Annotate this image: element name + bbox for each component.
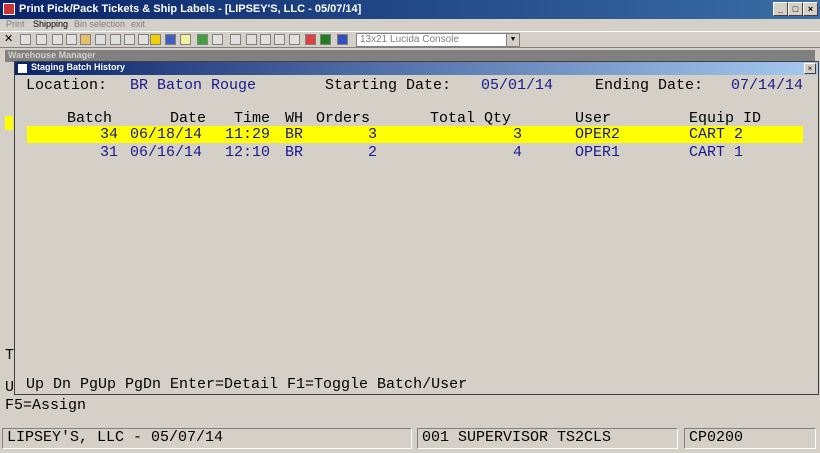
save-icon[interactable] (95, 34, 106, 45)
column-header-user: User (575, 110, 612, 127)
minimize-button[interactable]: _ (773, 2, 788, 16)
link-icon[interactable] (289, 34, 300, 45)
key-help-line: Up Dn PgUp PgDn Enter=Detail F1=Toggle B… (26, 376, 468, 393)
menu-bar: Print Shipping Bin selection exit (0, 19, 820, 31)
end-date-label: Ending Date: (595, 77, 704, 94)
row-1-qty: 3 (513, 126, 523, 143)
row-1-equip: CART 2 (689, 126, 744, 143)
row-2-wh: BR (285, 144, 304, 161)
menu-exit[interactable]: exit (131, 19, 145, 29)
person-icon[interactable] (150, 34, 161, 45)
assign-hint: F5=Assign (5, 397, 87, 414)
tag-icon[interactable] (260, 34, 271, 45)
row-2-qty: 4 (513, 144, 523, 161)
font-select-value: 13x21 Lucida Console (360, 34, 459, 45)
close-button[interactable]: × (803, 2, 818, 16)
row-2-orders: 2 (368, 144, 378, 161)
row-1-wh: BR (285, 126, 304, 143)
column-header-orders: Orders (316, 110, 371, 127)
copy-icon[interactable] (36, 34, 47, 45)
print-icon[interactable] (66, 34, 77, 45)
menu-bin-selection[interactable]: Bin selection (74, 19, 125, 29)
row-2-time: 12:10 (225, 144, 271, 161)
location-label: Location: (26, 77, 108, 94)
status-company: LIPSEY'S, LLC - 05/07/14 (2, 428, 412, 449)
column-header-total-qty: Total Qty (430, 110, 512, 127)
row-1-time: 11:29 (225, 126, 271, 143)
column-header-batch: Batch (67, 110, 113, 127)
wrench-icon[interactable] (246, 34, 257, 45)
globe-icon[interactable] (197, 34, 208, 45)
row-1-date: 06/18/14 (130, 126, 203, 143)
dialog-title: Staging Batch History (31, 62, 126, 72)
key-icon[interactable] (230, 34, 241, 45)
grid-icon[interactable] (110, 34, 121, 45)
document-icon[interactable] (20, 34, 31, 45)
row-1-user: OPER2 (575, 126, 621, 143)
list-icon[interactable] (124, 34, 135, 45)
column-header-wh: WH (285, 110, 304, 127)
start-date-value[interactable]: 05/01/14 (481, 77, 553, 94)
app-icon (3, 3, 15, 15)
window-title: Print Pick/Pack Tickets & Ship Labels - … (19, 3, 362, 15)
column-header-time: Time (234, 110, 271, 127)
folder-icon[interactable] (274, 34, 285, 45)
dialog-titlebar[interactable]: Staging Batch History × (15, 62, 818, 75)
row-2-date: 06/16/14 (130, 144, 203, 161)
maximize-button[interactable]: □ (788, 2, 803, 16)
end-date-value[interactable]: 07/14/14 (731, 77, 803, 94)
chevron-down-icon[interactable]: ▼ (506, 34, 519, 46)
gear-icon[interactable] (80, 34, 91, 45)
row-1-batch: 34 (100, 126, 119, 143)
menu-print[interactable]: Print (6, 19, 25, 29)
font-select[interactable]: 13x21 Lucida Console ▼ (356, 33, 520, 47)
terminal-fragment-t: T (5, 347, 15, 364)
menu-shipping[interactable]: Shipping (33, 19, 68, 29)
row-1-orders: 3 (368, 126, 378, 143)
search-icon[interactable] (180, 34, 191, 45)
paste-icon[interactable] (52, 34, 63, 45)
toolbar: ✕ 13x21 Lucida Console ▼ (0, 31, 820, 48)
column-header-equip-id: Equip ID (689, 110, 762, 127)
status-bar: LIPSEY'S, LLC - 05/07/14 001 SUPERVISOR … (0, 426, 820, 453)
binoculars-icon[interactable] (165, 34, 176, 45)
start-date-label: Starting Date: (325, 77, 452, 94)
status-program: CP0200 (684, 428, 816, 449)
help-icon[interactable] (337, 34, 348, 45)
column-header-date: Date (170, 110, 207, 127)
background-window-title: Warehouse Manager (8, 50, 96, 60)
location-value[interactable]: BR Baton Rouge (130, 77, 256, 94)
page-icon[interactable] (138, 34, 149, 45)
spreadsheet-icon[interactable] (320, 34, 331, 45)
highlight-fragment (5, 116, 13, 130)
dialog-close-button[interactable]: × (804, 63, 816, 74)
row-2-user: OPER1 (575, 144, 621, 161)
dialog-icon (18, 64, 27, 73)
status-user: 001 SUPERVISOR TS2CLS (417, 428, 678, 449)
terminal-fragment-u: U (5, 379, 15, 396)
staging-batch-history-dialog: Staging Batch History × Location: BR Bat… (14, 61, 819, 395)
window-titlebar[interactable]: Print Pick/Pack Tickets & Ship Labels - … (0, 0, 820, 19)
row-2-batch: 31 (100, 144, 119, 161)
stop-icon[interactable] (305, 34, 316, 45)
row-2-equip: CART 1 (689, 144, 744, 161)
cut-icon[interactable]: ✕ (4, 32, 15, 45)
filter-icon[interactable] (212, 34, 223, 45)
